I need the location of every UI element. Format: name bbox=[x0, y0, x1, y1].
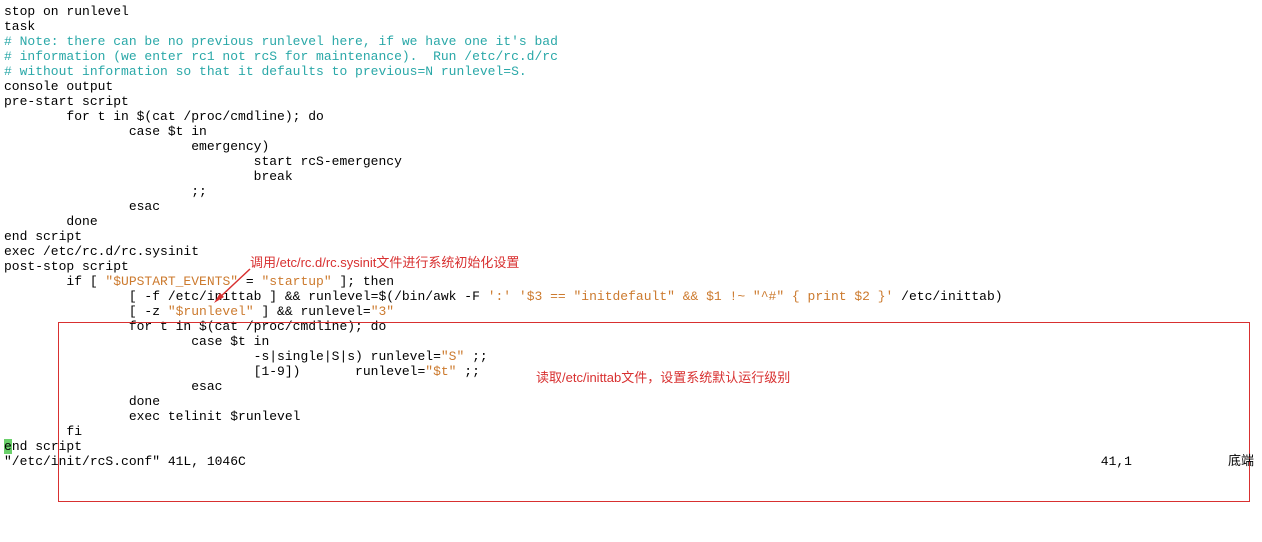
code-line: ;; bbox=[4, 184, 1258, 199]
code-line: exec telinit $runlevel bbox=[4, 409, 1258, 424]
status-location: 底端 bbox=[1228, 454, 1254, 469]
annotation-text: 读取/etc/inittab文件，设置系统默认运行级别 bbox=[536, 370, 790, 385]
code-line: case $t in bbox=[4, 334, 1258, 349]
code-comment: # Note: there can be no previous runleve… bbox=[4, 34, 1258, 49]
code-line: start rcS-emergency bbox=[4, 154, 1258, 169]
code-line: done bbox=[4, 394, 1258, 409]
code-line: for t in $(cat /proc/cmdline); do bbox=[4, 109, 1258, 124]
code-line: task bbox=[4, 19, 1258, 34]
cursor-block: e bbox=[4, 439, 12, 454]
code-line: [ -f /etc/inittab ] && runlevel=$(/bin/a… bbox=[4, 289, 1258, 304]
code-comment: # information (we enter rc1 not rcS for … bbox=[4, 49, 1258, 64]
code-line: post-stop script bbox=[4, 259, 1258, 274]
code-line: esac bbox=[4, 199, 1258, 214]
code-line: end script bbox=[4, 439, 1258, 454]
code-line: stop on runlevel bbox=[4, 4, 1258, 19]
code-comment: # without information so that it default… bbox=[4, 64, 1258, 79]
code-line: case $t in bbox=[4, 124, 1258, 139]
code-line: if [ "$UPSTART_EVENTS" = "startup" ]; th… bbox=[4, 274, 1258, 289]
code-line: [ -z "$runlevel" ] && runlevel="3" bbox=[4, 304, 1258, 319]
code-line: for t in $(cat /proc/cmdline); do bbox=[4, 319, 1258, 334]
code-line: fi bbox=[4, 424, 1258, 439]
status-file: "/etc/init/rcS.conf" 41L, 1046C bbox=[4, 454, 1258, 469]
annotation-text: 调用/etc/rc.d/rc.sysinit文件进行系统初始化设置 bbox=[250, 255, 519, 270]
code-line: console output bbox=[4, 79, 1258, 94]
code-line: exec /etc/rc.d/rc.sysinit bbox=[4, 244, 1258, 259]
code-line: end script bbox=[4, 229, 1258, 244]
code-line: pre-start script bbox=[4, 94, 1258, 109]
editor-content[interactable]: stop on runlevel task # Note: there can … bbox=[4, 4, 1258, 469]
code-line: -s|single|S|s) runlevel="S" ;; bbox=[4, 349, 1258, 364]
status-position: 41,1 bbox=[1101, 454, 1132, 469]
code-line: done bbox=[4, 214, 1258, 229]
code-line: emergency) bbox=[4, 139, 1258, 154]
code-line: break bbox=[4, 169, 1258, 184]
